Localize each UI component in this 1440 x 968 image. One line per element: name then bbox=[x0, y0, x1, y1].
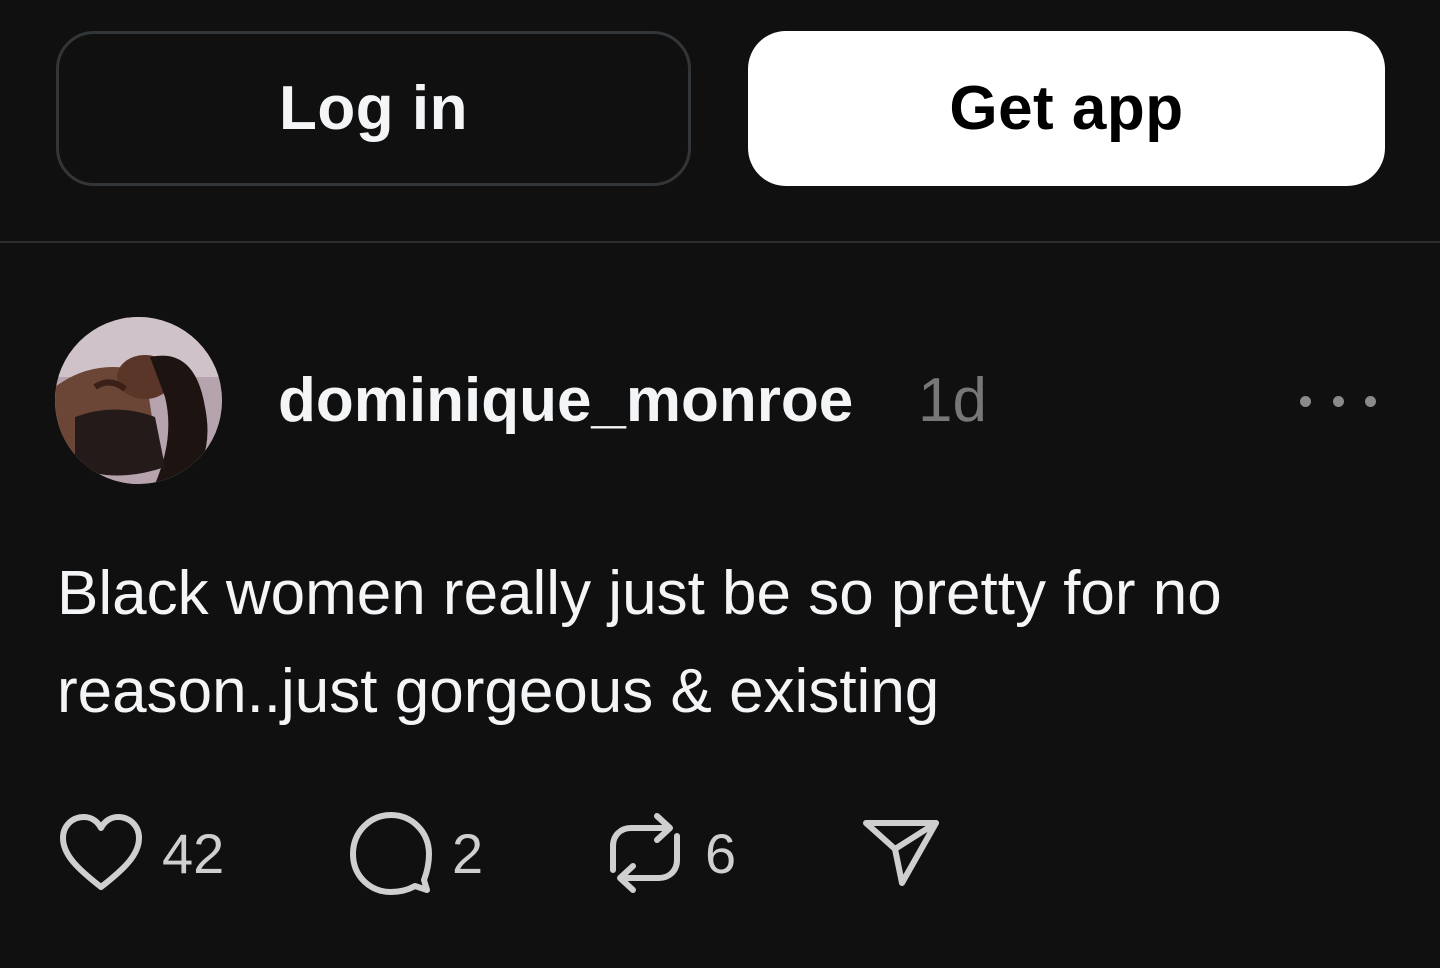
post-timestamp[interactable]: 1d bbox=[918, 361, 987, 441]
like-button[interactable]: 42 bbox=[58, 803, 224, 903]
repost-count: 6 bbox=[705, 821, 737, 885]
send-icon bbox=[863, 820, 939, 886]
top-bar: Log in Get app bbox=[0, 0, 1440, 243]
like-count: 42 bbox=[162, 821, 225, 885]
avatar-image bbox=[55, 317, 222, 484]
more-dot bbox=[1365, 395, 1376, 407]
post-username[interactable]: dominique_monroe bbox=[278, 361, 853, 441]
get-app-button[interactable]: Get app bbox=[748, 31, 1385, 186]
avatar[interactable] bbox=[55, 317, 222, 484]
more-icon[interactable] bbox=[1300, 381, 1376, 421]
repost-button[interactable]: 6 bbox=[603, 803, 736, 903]
login-button[interactable]: Log in bbox=[56, 31, 691, 186]
heart-icon bbox=[60, 814, 142, 890]
post: dominique_monroe 1d Black women really j… bbox=[0, 243, 1440, 968]
comment-icon bbox=[350, 812, 432, 895]
more-dot bbox=[1332, 395, 1344, 407]
repost-icon bbox=[610, 813, 680, 893]
post-actions: 42 2 6 bbox=[0, 803, 1440, 903]
share-button[interactable] bbox=[862, 803, 940, 903]
reply-count: 2 bbox=[452, 821, 484, 885]
reply-button[interactable]: 2 bbox=[348, 803, 483, 903]
more-dot bbox=[1300, 395, 1311, 407]
post-text: Black women really just be so pretty for… bbox=[57, 559, 1222, 726]
